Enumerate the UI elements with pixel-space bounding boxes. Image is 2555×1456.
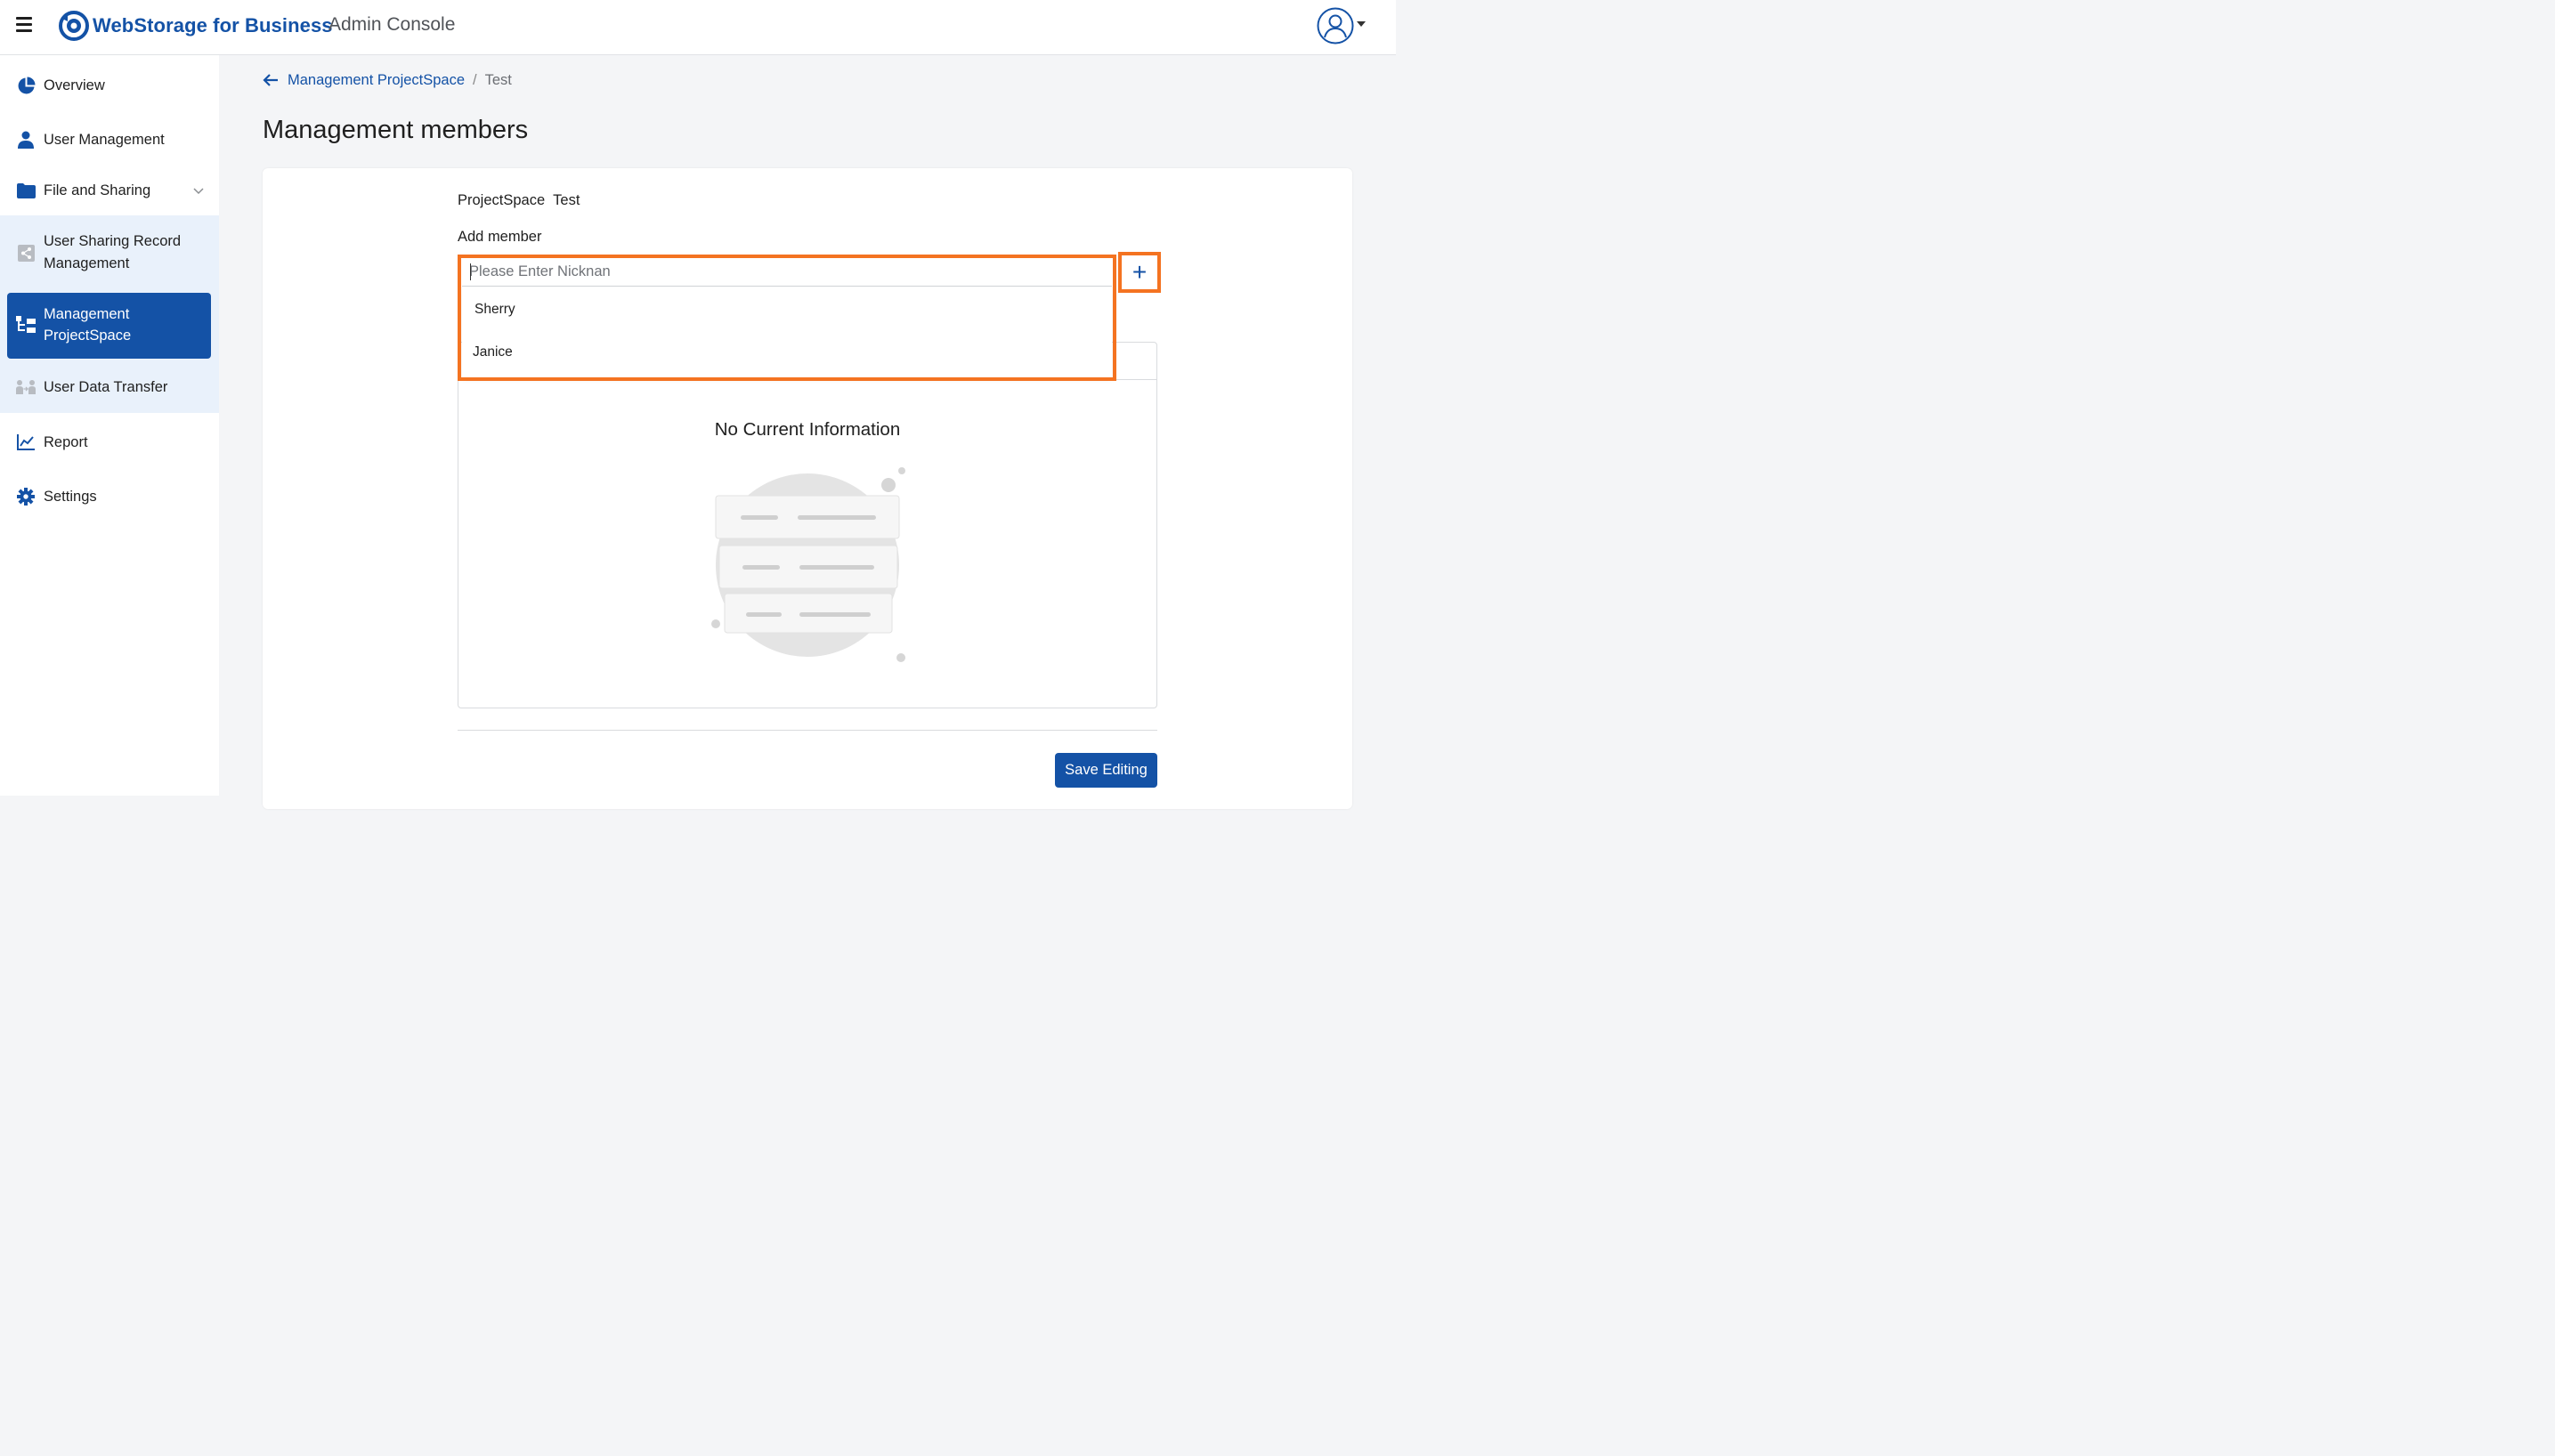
breadcrumb-current: Test: [484, 71, 512, 88]
sidebar-item-label: Report: [44, 434, 88, 450]
breadcrumb-separator: /: [473, 71, 477, 88]
projectspace-info: ProjectSpace Test: [458, 192, 580, 209]
share-icon: [16, 243, 36, 263]
add-button-highlight-outline: [1118, 252, 1161, 293]
save-editing-button[interactable]: Save Editing: [1055, 753, 1157, 788]
sidebar-item-overview[interactable]: Overview: [0, 75, 219, 96]
sidebar-item-label: Overview: [44, 77, 105, 93]
org-tree-icon: [16, 315, 36, 335]
console-subtitle: Admin Console: [328, 14, 456, 35]
page-title: Management members: [263, 116, 529, 144]
pie-chart-icon: [16, 76, 36, 95]
hamburger-menu-icon[interactable]: [16, 17, 34, 35]
sidebar-item-label-line2: Management: [44, 255, 130, 271]
dropdown-highlight-outline: [458, 255, 1116, 381]
breadcrumb-parent-link[interactable]: Management ProjectSpace: [288, 72, 465, 89]
sidebar-item-file-and-sharing[interactable]: File and Sharing: [0, 180, 219, 201]
account-dropdown-caret-icon[interactable]: [1357, 21, 1366, 27]
sidebar-item-label: User Data Transfer: [44, 379, 168, 395]
sidebar-item-user-data-transfer[interactable]: User Data Transfer: [0, 376, 219, 398]
sidebar-item-label-line2: ProjectSpace: [44, 328, 132, 344]
folder-icon: [16, 181, 36, 200]
sidebar-item-user-sharing-record[interactable]: User Sharing Record Management: [0, 231, 219, 275]
gear-icon: [16, 487, 36, 506]
brand-name: WebStorage for Business: [93, 14, 333, 36]
sidebar-item-label: Settings: [44, 489, 97, 505]
projectspace-value: Test: [553, 192, 580, 208]
empty-state-illustration-icon: [711, 467, 905, 662]
sidebar-item-label-line1: Management: [44, 306, 130, 322]
top-bar: WebStorage for Business Admin Console: [0, 0, 1396, 55]
add-member-label: Add member: [458, 229, 542, 245]
user-icon: [16, 130, 36, 150]
webstorage-logo-icon: [59, 11, 89, 41]
sidebar-item-user-management[interactable]: User Management: [0, 129, 219, 150]
sidebar-item-label: User Management: [44, 132, 165, 148]
chevron-down-icon[interactable]: [193, 185, 204, 196]
sidebar-item-report[interactable]: Report: [0, 432, 219, 453]
transfer-icon: [16, 377, 36, 397]
empty-state-message: No Current Information: [714, 419, 901, 440]
line-chart-icon: [16, 433, 36, 452]
sidebar-item-settings[interactable]: Settings: [0, 486, 219, 507]
projectspace-label: ProjectSpace: [458, 192, 546, 208]
back-arrow-icon[interactable]: [262, 71, 280, 89]
sidebar: Overview User Management File and Sharin…: [0, 55, 219, 796]
user-avatar-icon[interactable]: [1317, 7, 1354, 44]
sidebar-item-label-line1: User Sharing Record: [44, 233, 182, 249]
members-table: No Current Information: [458, 342, 1157, 708]
sidebar-item-management-projectspace[interactable]: Management ProjectSpace: [0, 303, 219, 348]
breadcrumb: Management ProjectSpace / Test: [262, 71, 512, 89]
footer-divider: [458, 730, 1157, 731]
sidebar-item-label: File and Sharing: [44, 182, 151, 198]
